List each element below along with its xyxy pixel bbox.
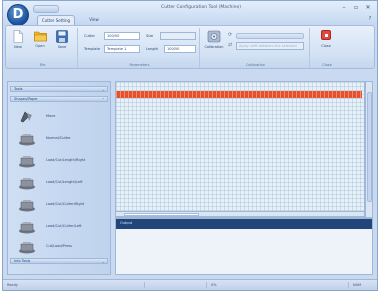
- list-item-load-cut-length-left[interactable]: Load/Cut/Length/Left: [18, 176, 108, 190]
- chevron-down-icon: ⌄: [101, 259, 105, 264]
- list-item-load-cut-cutter-left[interactable]: Load/Cut/Cutter/Left: [18, 220, 108, 234]
- section-info-tools-label: Info Tools: [14, 259, 31, 263]
- help-icon[interactable]: ?: [365, 15, 375, 23]
- cutter-machine-icon: [19, 200, 35, 212]
- calibration-shift-field[interactable]: Apply shift between the selected: [236, 42, 304, 50]
- window-title: Cutter Configuration Tool (Machine): [160, 5, 242, 10]
- new-button[interactable]: New: [10, 30, 26, 58]
- list-item-label: Move: [46, 114, 56, 118]
- vertical-scroll-thumb[interactable]: [367, 92, 372, 202]
- save-button[interactable]: Save: [54, 30, 70, 58]
- ribbon-group-calibration: Calibration ⟳ ⇄ Apply shift between the …: [202, 28, 310, 68]
- list-item-cut-load-press[interactable]: Cut/Load/Press: [18, 240, 108, 254]
- size-label: Size: [146, 34, 154, 38]
- section-tools[interactable]: Tools ⌄: [10, 86, 108, 92]
- file-group-label: File: [39, 63, 46, 67]
- status-bar: Ready 0% NUM: [3, 279, 377, 290]
- ribbon-group-parameters: Cutter 100/50 Size Template Template 1 L…: [80, 28, 200, 68]
- length-field[interactable]: 100/50: [164, 45, 196, 53]
- horizontal-scroll-thumb[interactable]: [124, 213, 199, 216]
- list-item-label: Normal/Cutter: [46, 136, 71, 140]
- cutter-machine-icon: [19, 242, 35, 254]
- close-red-icon: [321, 30, 331, 40]
- list-item-normal-cutter[interactable]: Normal/Cutter: [18, 132, 108, 146]
- cutter-machine-icon: [19, 222, 35, 234]
- output-panel-header: Output: [116, 219, 372, 229]
- status-progress: [147, 282, 207, 288]
- status-num-indicator: NUM: [353, 283, 362, 287]
- calibration-icon: [207, 30, 221, 43]
- cutter-machine-icon: [19, 156, 35, 168]
- open-button[interactable]: Open: [32, 30, 48, 58]
- minimize-button[interactable]: –: [339, 4, 349, 12]
- maximize-button[interactable]: ▫: [351, 4, 361, 12]
- output-panel: Output: [115, 218, 373, 275]
- application-menu-button[interactable]: D: [7, 4, 29, 26]
- title-bar: D Cutter Configuration Tool (Machine) – …: [3, 1, 377, 26]
- move-tool-icon: [20, 111, 32, 123]
- close-button[interactable]: Close: [318, 30, 334, 58]
- section-tools-label: Tools: [14, 87, 23, 91]
- save-disk-icon: [56, 30, 68, 43]
- ribbon-group-file: New Open Save File: [8, 28, 78, 68]
- template-select[interactable]: Template 1: [104, 45, 140, 53]
- close-window-button[interactable]: ✕: [363, 4, 373, 12]
- output-panel-title: Output: [120, 221, 133, 225]
- list-item-load-cut-cutter-right[interactable]: Load/Cut/Cutter/Right: [18, 198, 108, 212]
- open-button-label: Open: [35, 44, 45, 48]
- tab-view[interactable]: View: [83, 15, 105, 25]
- list-item-label: Load/Cut/Cutter/Right: [46, 202, 85, 206]
- open-folder-icon: [33, 31, 47, 42]
- save-button-label: Save: [57, 45, 67, 49]
- new-button-label: New: [14, 45, 22, 49]
- cutter-machine-icon: [19, 178, 35, 190]
- cutter-field[interactable]: 100/50: [104, 32, 140, 40]
- cutter-label: Cutter: [84, 34, 95, 38]
- ribbon-group-close: Close Close: [312, 28, 342, 68]
- app-window: D Cutter Configuration Tool (Machine) – …: [2, 0, 378, 291]
- section-shapes-paper-label: Shapes/Paper: [14, 97, 38, 101]
- list-item-label: Load/Cut/Length/Left: [46, 180, 83, 184]
- ribbon: New Open Save File Cutter 100/50 Size Te…: [5, 25, 375, 69]
- length-label: Length: [146, 47, 159, 51]
- cutter-machine-icon: [19, 134, 35, 146]
- size-field[interactable]: [160, 32, 196, 40]
- calibration-group-label: Calibration: [245, 63, 266, 67]
- parameters-group-label: Parameters: [129, 63, 150, 67]
- calibration-slider[interactable]: [236, 33, 304, 39]
- quick-access-toolbar[interactable]: [33, 5, 59, 13]
- calibration-button-label: Calibration: [204, 45, 224, 49]
- status-text: Ready: [5, 282, 145, 288]
- shift-icon: ⇄: [228, 42, 233, 48]
- list-item-move[interactable]: Move: [18, 110, 108, 124]
- section-shapes-paper[interactable]: Shapes/Paper ⌃: [10, 96, 108, 102]
- close-group-label: Close: [322, 63, 332, 67]
- tab-cutter-setting[interactable]: Cutter Setting: [37, 15, 75, 25]
- horizontal-scrollbar[interactable]: [115, 211, 365, 217]
- list-item-label: Load/Cut/Cutter/Left: [46, 224, 82, 228]
- chevron-up-icon: ⌃: [101, 97, 105, 102]
- calibration-button[interactable]: Calibration: [204, 30, 224, 58]
- vertical-scrollbar[interactable]: [365, 81, 373, 218]
- list-item-label: Load/Cut/Length/Right: [46, 158, 86, 162]
- new-document-icon: [13, 30, 23, 43]
- rotate-icon: ⟳: [228, 32, 233, 38]
- cutter-track-bar[interactable]: [116, 91, 362, 98]
- section-info-tools[interactable]: Info Tools ⌄: [10, 258, 108, 264]
- list-item-load-cut-length-right[interactable]: Load/Cut/Length/Right: [18, 154, 108, 168]
- design-canvas[interactable]: [115, 81, 365, 218]
- chevron-down-icon: ⌄: [101, 87, 105, 92]
- status-percent: 0%: [209, 282, 349, 288]
- tools-panel: Tools ⌄ Shapes/Paper ⌃ Move Normal/Cutte…: [7, 81, 111, 275]
- template-label: Template: [84, 47, 100, 51]
- list-item-label: Cut/Load/Press: [46, 244, 73, 248]
